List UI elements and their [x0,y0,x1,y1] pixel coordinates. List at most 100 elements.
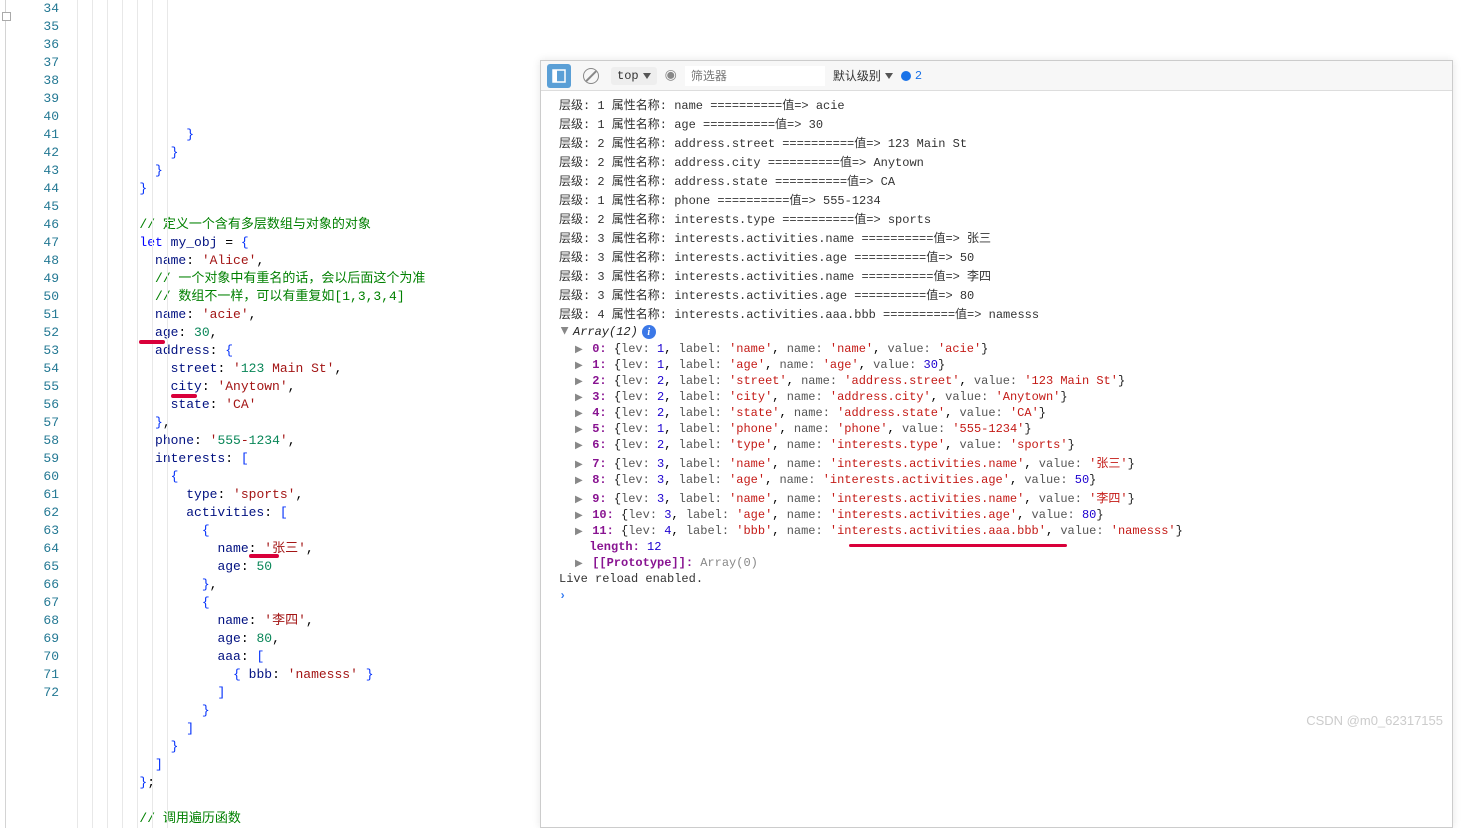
code-line: // 定义一个含有多层数组与对象的对象 [77,216,540,234]
array-item[interactable]: ▶ 2: {lev: 2, label: 'street', name: 'ad… [553,373,1452,389]
toggle-sidebar-icon[interactable] [547,64,571,88]
line-number: 55 [12,378,59,396]
code-line: // 调用遍历函数 [77,810,540,828]
context-label: top [617,69,639,83]
array-item[interactable]: ▶ 5: {lev: 1, label: 'phone', name: 'pho… [553,421,1452,437]
line-number: 58 [12,432,59,450]
line-number: 62 [12,504,59,522]
code-line: street: '123 Main St', [77,360,540,378]
array-item[interactable]: ▶ 7: {lev: 3, label: 'name', name: 'inte… [553,453,1452,472]
code-line: }; [77,774,540,792]
code-line: aaa: [ [77,648,540,666]
code-line: ] [77,720,540,738]
code-line: { [77,468,540,486]
console-toolbar: top ◉ 默认级别 2 [541,61,1452,91]
array-item[interactable]: ▶ 11: {lev: 4, label: 'bbb', name: 'inte… [553,523,1452,539]
line-number: 63 [12,522,59,540]
code-line: name: '张三', [77,540,540,558]
array-length: length: 12 [553,539,1452,555]
code-line: let my_obj = { [77,234,540,252]
fold-column [0,0,12,828]
log-line: 层级: 3 属性名称: interests.activities.name ==… [553,266,1452,285]
console-prompt[interactable]: › [553,587,1452,605]
code-line: { [77,594,540,612]
line-gutter: 3435363738394041424344454647484950515253… [12,0,77,828]
expand-icon: ▶ [575,424,585,436]
code-line: } [77,180,540,198]
expand-icon: ▶ [575,494,585,506]
line-number: 57 [12,414,59,432]
code-line: }, [77,414,540,432]
array-header[interactable]: ▶ Array(12) i [553,323,1452,341]
expand-icon: ▶ [575,510,585,522]
code-line: address: { [77,342,540,360]
code-line: name: 'acie', [77,306,540,324]
line-number: 65 [12,558,59,576]
code-line: age: 50 [77,558,540,576]
context-selector[interactable]: top [611,67,657,85]
code-line: { bbb: 'namesss' } [77,666,540,684]
line-number: 42 [12,144,59,162]
line-number: 46 [12,216,59,234]
annotation-mark [139,340,165,344]
expand-icon: ▶ [575,440,585,452]
expand-icon: ▶ [575,475,585,487]
code-line: { [77,522,540,540]
array-item[interactable]: ▶ 10: {lev: 3, label: 'age', name: 'inte… [553,507,1452,523]
code-line: }, [77,576,540,594]
log-line: 层级: 1 属性名称: phone ==========值=> 555-1234 [553,190,1452,209]
line-number: 54 [12,360,59,378]
chevron-down-icon [643,73,651,79]
expand-icon: ▶ [575,392,585,404]
line-number: 56 [12,396,59,414]
code-line: interests: [ [77,450,540,468]
code-line: city: 'Anytown', [77,378,540,396]
line-number: 39 [12,90,59,108]
line-number: 36 [12,36,59,54]
issue-dot-icon [901,71,911,81]
expand-icon: ▶ [575,344,585,356]
line-number: 59 [12,450,59,468]
line-number: 38 [12,72,59,90]
line-number: 61 [12,486,59,504]
filter-input[interactable] [685,66,825,86]
code-area[interactable]: } } } } // 定义一个含有多层数组与对象的对象 let my_obj =… [77,0,540,828]
line-number: 45 [12,198,59,216]
line-number: 51 [12,306,59,324]
log-line: 层级: 2 属性名称: interests.type ==========值=>… [553,209,1452,228]
array-item[interactable]: ▶ 9: {lev: 3, label: 'name', name: 'inte… [553,488,1452,507]
code-line: age: 80, [77,630,540,648]
issues-button[interactable]: 2 [901,69,922,83]
line-number: 72 [12,684,59,702]
array-prototype[interactable]: ▶ [[Prototype]]: Array(0) [553,555,1452,571]
line-number: 66 [12,576,59,594]
line-number: 34 [12,0,59,18]
log-line: 层级: 4 属性名称: interests.activities.aaa.bbb… [553,304,1452,323]
clear-console-icon[interactable] [579,64,603,88]
array-item[interactable]: ▶ 4: {lev: 2, label: 'state', name: 'add… [553,405,1452,421]
expand-icon: ▶ [575,526,585,538]
array-item[interactable]: ▶ 8: {lev: 3, label: 'age', name: 'inter… [553,472,1452,488]
log-line: 层级: 2 属性名称: address.city ==========值=> A… [553,152,1452,171]
code-line: } [77,162,540,180]
console-output[interactable]: 层级: 1 属性名称: name ==========值=> acie层级: 1… [541,91,1452,609]
array-item[interactable]: ▶ 1: {lev: 1, label: 'age', name: 'age',… [553,357,1452,373]
log-level-selector[interactable]: 默认级别 [833,67,893,84]
code-line: name: 'Alice', [77,252,540,270]
log-line: 层级: 3 属性名称: interests.activities.age ===… [553,285,1452,304]
code-line: activities: [ [77,504,540,522]
line-number: 64 [12,540,59,558]
code-line: ] [77,684,540,702]
array-item[interactable]: ▶ 0: {lev: 1, label: 'name', name: 'name… [553,341,1452,357]
array-item[interactable]: ▶ 3: {lev: 2, label: 'city', name: 'addr… [553,389,1452,405]
expand-icon: ▶ [575,408,585,420]
expand-icon: ▶ [575,459,585,471]
array-item[interactable]: ▶ 6: {lev: 2, label: 'type', name: 'inte… [553,437,1452,453]
code-line: } [77,144,540,162]
expand-icon: ▶ [575,360,585,372]
code-line: // 数组不一样，可以有重复如[1,3,3,4] [77,288,540,306]
info-icon[interactable]: i [642,325,656,339]
annotation-mark [249,554,279,558]
code-line: state: 'CA' [77,396,540,414]
live-expression-icon[interactable]: ◉ [665,67,677,84]
